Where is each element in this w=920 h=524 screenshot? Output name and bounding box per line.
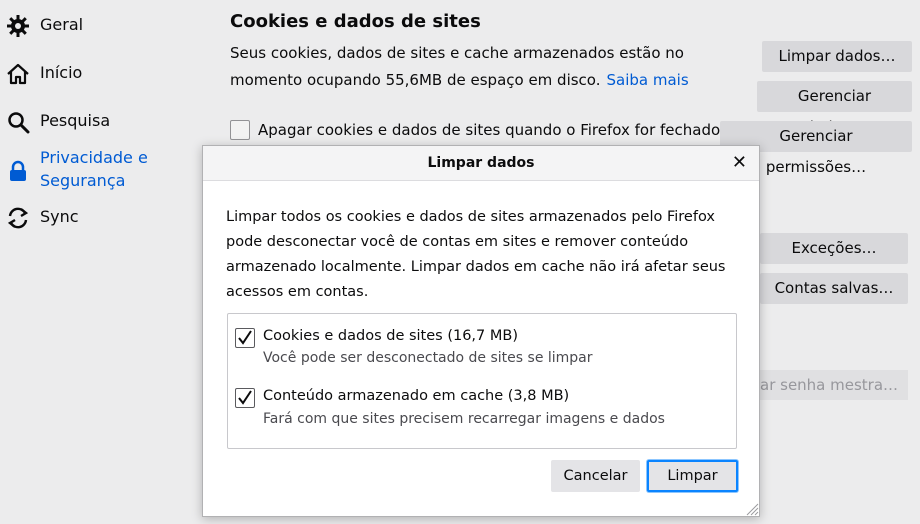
cache-checkbox[interactable]	[235, 388, 255, 408]
checkmark-icon	[238, 330, 252, 345]
dialog-header: Limpar dados ✕	[203, 146, 759, 181]
options-box: Cookies e dados de sites (16,7 MB) Você …	[227, 313, 737, 449]
dialog-description: Limpar todos os cookies e dados de sites…	[226, 209, 726, 300]
close-icon[interactable]: ✕	[732, 146, 747, 180]
dialog-title: Limpar dados	[427, 155, 535, 171]
cancel-button[interactable]: Cancelar	[551, 460, 640, 492]
cookies-checkbox[interactable]	[235, 328, 255, 348]
clear-data-dialog: Limpar dados ✕ Limpar todos os cookies e…	[202, 145, 760, 517]
cookies-label: Cookies e dados de sites (16,7 MB)	[263, 328, 518, 344]
resize-grip-icon[interactable]	[745, 502, 759, 516]
cache-sublabel: Fará com que sites precisem recarregar i…	[263, 411, 665, 427]
checkmark-icon	[238, 390, 252, 405]
cache-label: Conteúdo armazenado em cache (3,8 MB)	[263, 388, 570, 404]
confirm-clear-button[interactable]: Limpar	[647, 460, 738, 492]
cookies-sublabel: Você pode ser desconectado de sites se l…	[263, 350, 593, 366]
